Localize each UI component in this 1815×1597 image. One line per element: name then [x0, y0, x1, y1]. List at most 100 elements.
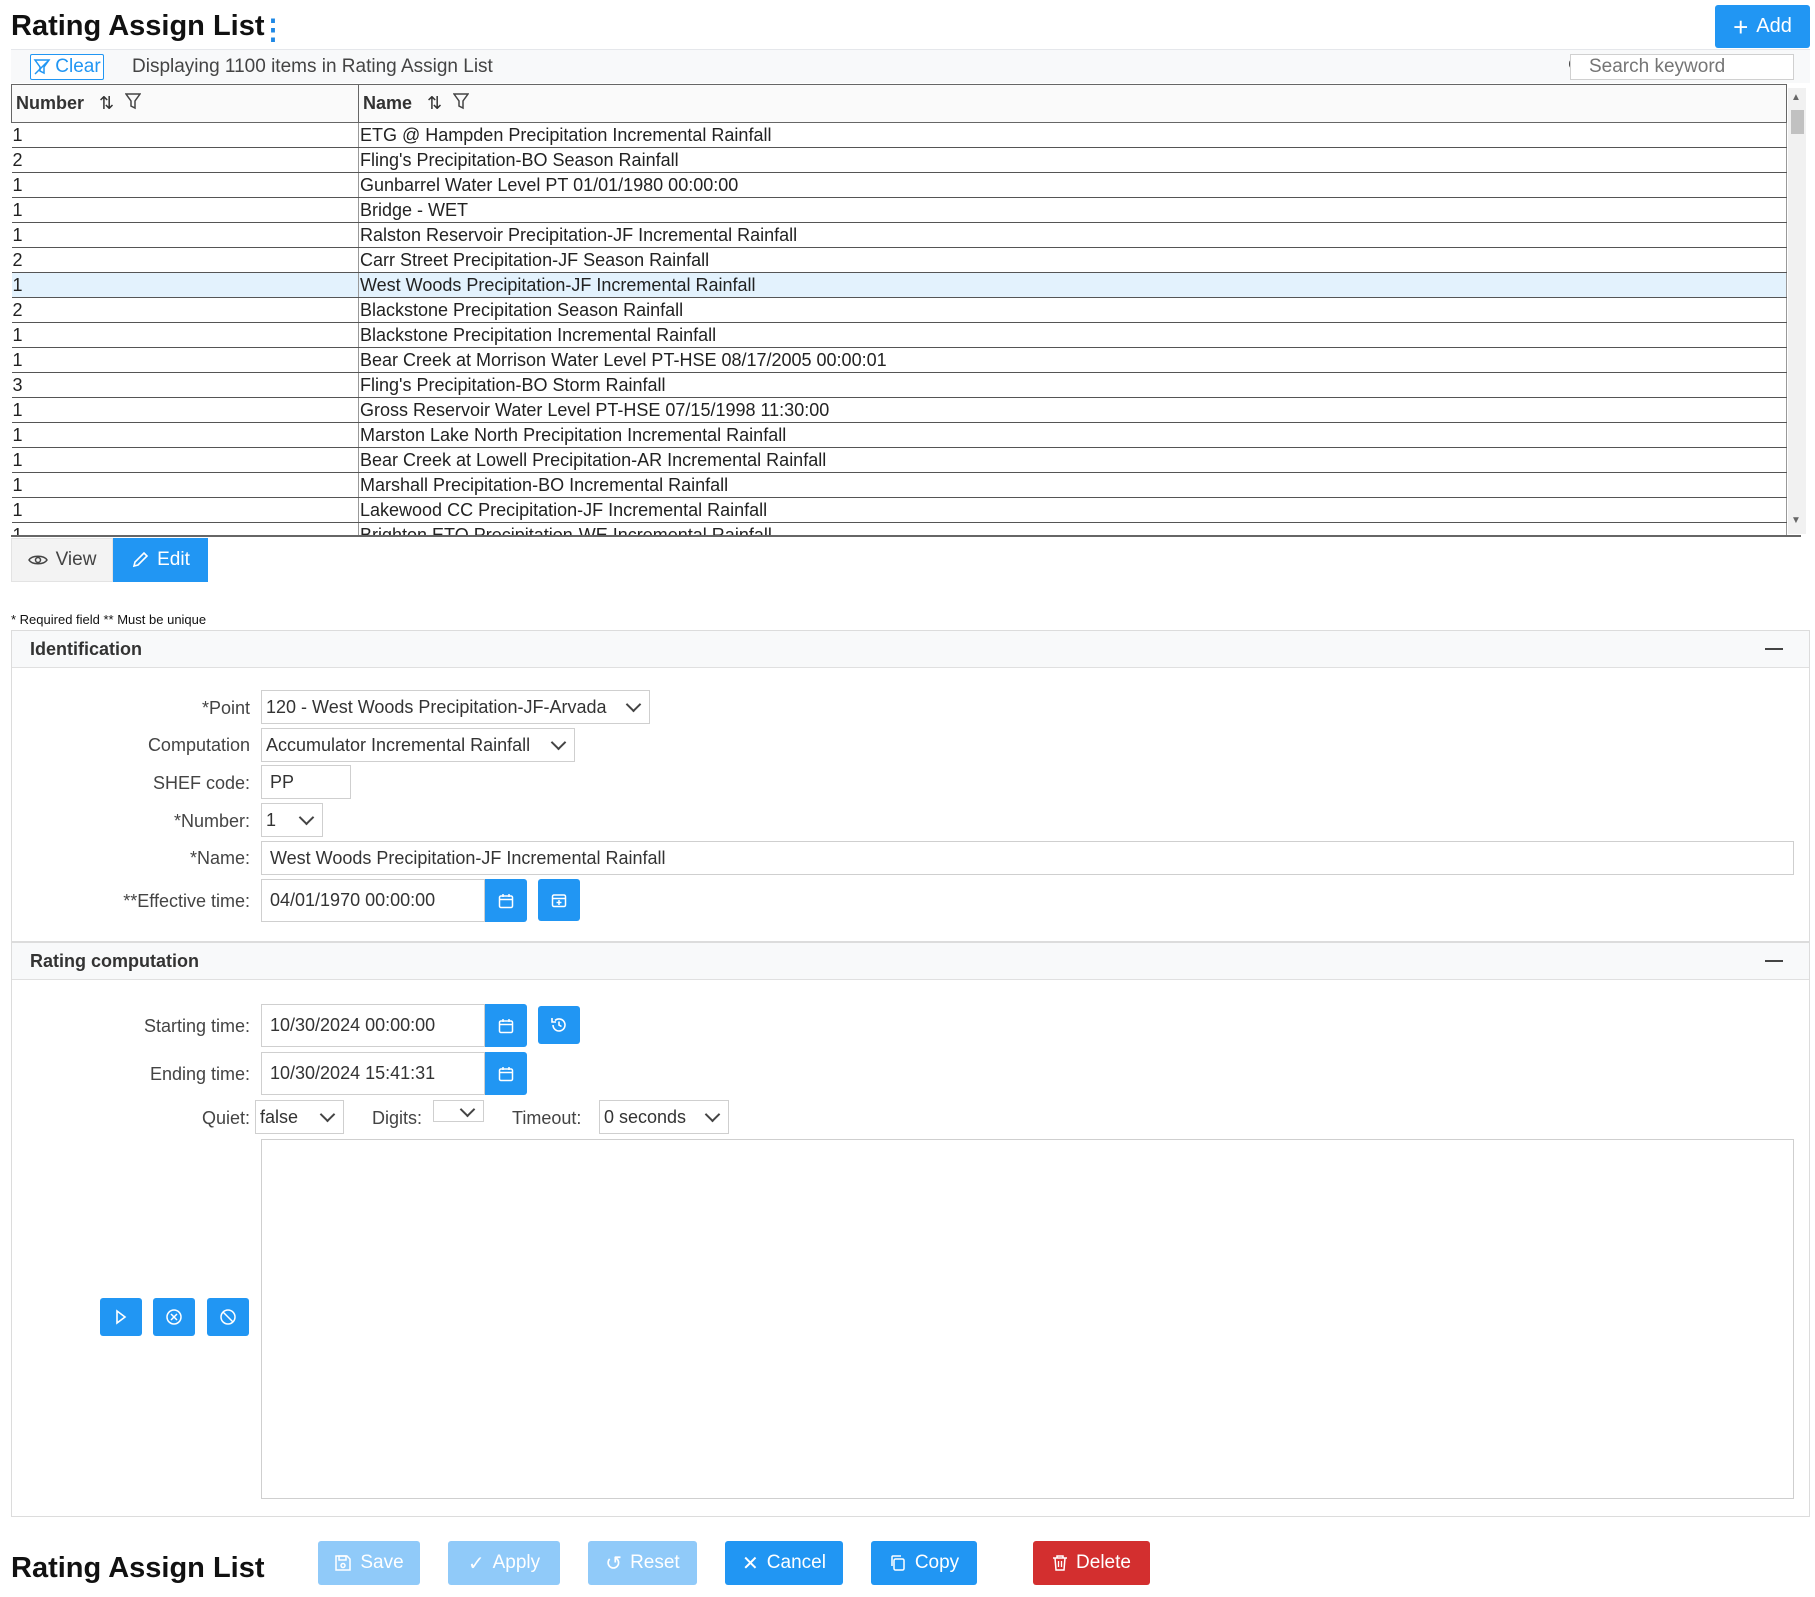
- scroll-up-icon[interactable]: ▲: [1791, 92, 1801, 103]
- more-options-icon[interactable]: ⋮: [259, 16, 287, 44]
- column-header-name[interactable]: Name ⇅: [358, 84, 1787, 123]
- calendar-plus-icon: [551, 894, 567, 908]
- effective-calendar-plus-button[interactable]: [538, 879, 580, 921]
- search-input[interactable]: [1570, 54, 1794, 80]
- table-row[interactable]: 1 Gunbarrel Water Level PT 01/01/1980 00:…: [11, 172, 1787, 198]
- table-row[interactable]: 1 Ralston Reservoir Precipitation-JF Incr…: [11, 222, 1787, 248]
- calendar-icon: [498, 893, 514, 908]
- cancel-button[interactable]: ✕ Cancel: [725, 1541, 843, 1585]
- table-row[interactable]: 2 Fling's Precipitation-BO Season Rainfal…: [11, 147, 1787, 173]
- table-row[interactable]: 2 Blackstone Precipitation Season Rainfal…: [11, 297, 1787, 323]
- cell-number: 1: [11, 422, 359, 448]
- starting-calendar-button[interactable]: [485, 1004, 527, 1047]
- history-button[interactable]: [538, 1006, 580, 1044]
- quiet-dropdown[interactable]: false: [255, 1100, 344, 1134]
- scroll-down-icon[interactable]: ▼: [1791, 515, 1801, 526]
- table-row[interactable]: 1 Bridge - WET: [11, 197, 1787, 223]
- cell-name: Brighton ETO Precipitation-WE Incrementa…: [358, 522, 1787, 535]
- effective-calendar-button[interactable]: [485, 879, 527, 922]
- output-textarea[interactable]: [261, 1139, 1794, 1499]
- starting-time-input[interactable]: 10/30/2024 00:00:00: [261, 1004, 485, 1047]
- chevron-down-icon: [550, 734, 567, 750]
- name-label: *Name:: [189, 848, 250, 868]
- cell-name: Bear Creek at Lowell Precipitation-AR In…: [358, 447, 1787, 473]
- cell-name: Ralston Reservoir Precipitation-JF Incre…: [358, 222, 1787, 248]
- effective-time-label: **Effective time:: [123, 891, 250, 911]
- table-row[interactable]: 1 Gross Reservoir Water Level PT-HSE 07/1…: [11, 397, 1787, 423]
- table-row[interactable]: 1 Marshall Precipitation-BO Incremental R…: [11, 472, 1787, 498]
- filter-icon[interactable]: [452, 93, 470, 111]
- ban-icon: [220, 1309, 236, 1325]
- delete-button[interactable]: Delete: [1033, 1541, 1150, 1585]
- clear-filter-button[interactable]: Clear: [30, 54, 104, 80]
- table-row[interactable]: 1 Blackstone Precipitation Incremental Ra…: [11, 322, 1787, 348]
- copy-button[interactable]: Copy: [871, 1541, 977, 1585]
- copy-label: Copy: [914, 1552, 960, 1573]
- number-dropdown[interactable]: 1: [261, 803, 323, 837]
- table-row[interactable]: 1 West Woods Precipitation-JF Incremental…: [11, 272, 1787, 298]
- column-header-number[interactable]: Number ⇅: [11, 84, 359, 123]
- shef-code-input[interactable]: PP: [261, 765, 351, 799]
- ending-time-input[interactable]: 10/30/2024 15:41:31: [261, 1052, 485, 1095]
- effective-time-input[interactable]: 04/01/1970 00:00:00: [261, 879, 485, 922]
- timeout-label: Timeout:: [512, 1108, 582, 1128]
- collapse-icon[interactable]: [1765, 960, 1783, 962]
- cell-number: 1: [11, 347, 359, 373]
- filter-icon[interactable]: [124, 93, 142, 111]
- point-dropdown[interactable]: 120 - West Woods Precipitation-JF-Arvada: [261, 690, 650, 724]
- table-row[interactable]: 1 ETG @ Hampden Precipitation Incremental…: [11, 122, 1787, 148]
- shef-label: SHEF code:: [152, 773, 250, 793]
- table-row[interactable]: 1 Lakewood CC Precipitation-JF Incrementa…: [11, 497, 1787, 523]
- name-input[interactable]: West Woods Precipitation-JF Incremental …: [261, 841, 1794, 875]
- number-label: *Number:: [173, 811, 250, 831]
- point-value: 120 - West Woods Precipitation-JF-Arvada: [266, 696, 607, 717]
- cell-name: Gross Reservoir Water Level PT-HSE 07/15…: [358, 397, 1787, 423]
- table-row[interactable]: 2 Carr Street Precipitation-JF Season Rai…: [11, 247, 1787, 273]
- computation-label: Computation: [147, 735, 250, 755]
- undo-icon: ↺: [605, 1552, 623, 1575]
- chevron-down-icon: [625, 696, 642, 712]
- clear-label: Clear: [55, 56, 101, 77]
- scrollbar-thumb[interactable]: [1791, 110, 1804, 134]
- column-number-label: Number: [16, 93, 85, 113]
- sort-icon[interactable]: ⇅: [99, 93, 114, 113]
- table-scrollbar[interactable]: [1788, 88, 1806, 534]
- cell-number: 1: [11, 472, 359, 498]
- cell-number: 1: [11, 222, 359, 248]
- timeout-dropdown[interactable]: 0 seconds: [599, 1100, 729, 1134]
- cell-number: 1: [11, 197, 359, 223]
- filter-slash-icon: [33, 59, 51, 75]
- save-button[interactable]: Save: [318, 1541, 420, 1585]
- cancel-label: Cancel: [766, 1552, 826, 1573]
- run-button[interactable]: [100, 1298, 142, 1336]
- history-icon: [551, 1018, 566, 1032]
- cell-number: 1: [11, 397, 359, 423]
- rating-computation-header[interactable]: Rating computation: [12, 943, 1809, 980]
- stop-button[interactable]: [207, 1298, 249, 1336]
- column-name-label: Name: [363, 93, 413, 113]
- collapse-icon[interactable]: [1765, 648, 1783, 650]
- reset-button[interactable]: ↺ Reset: [588, 1541, 697, 1585]
- table-row[interactable]: 1 Bear Creek at Morrison Water Level PT-H…: [11, 347, 1787, 373]
- tab-edit[interactable]: Edit: [113, 538, 208, 582]
- computation-dropdown[interactable]: Accumulator Incremental Rainfall: [261, 728, 575, 762]
- table-row[interactable]: 3 Fling's Precipitation-BO Storm Rainfall: [11, 372, 1787, 398]
- data-table: Number ⇅ Name ⇅ 1 ETG @ Hampden Precipita…: [11, 84, 1801, 537]
- cell-number: 1: [11, 272, 359, 298]
- table-row[interactable]: 1 Bear Creek at Lowell Precipitation-AR I…: [11, 447, 1787, 473]
- computation-value: Accumulator Incremental Rainfall: [266, 734, 531, 755]
- clear-output-button[interactable]: [153, 1298, 195, 1336]
- ending-calendar-button[interactable]: [485, 1052, 527, 1095]
- add-button[interactable]: + Add: [1715, 5, 1810, 48]
- table-row[interactable]: 1 Marston Lake North Precipitation Increm…: [11, 422, 1787, 448]
- required-note: * Required field ** Must be unique: [11, 612, 207, 627]
- sort-icon[interactable]: ⇅: [427, 93, 442, 113]
- tab-view[interactable]: View: [11, 538, 113, 582]
- play-icon: [116, 1309, 127, 1325]
- identification-header[interactable]: Identification: [12, 631, 1809, 668]
- calendar-icon: [498, 1066, 514, 1081]
- cell-name: ETG @ Hampden Precipitation Incremental …: [358, 122, 1787, 148]
- digits-dropdown[interactable]: [433, 1100, 484, 1122]
- apply-button[interactable]: ✓ Apply: [448, 1541, 560, 1585]
- table-row[interactable]: 1 Brighton ETO Precipitation-WE Increment…: [11, 522, 1787, 535]
